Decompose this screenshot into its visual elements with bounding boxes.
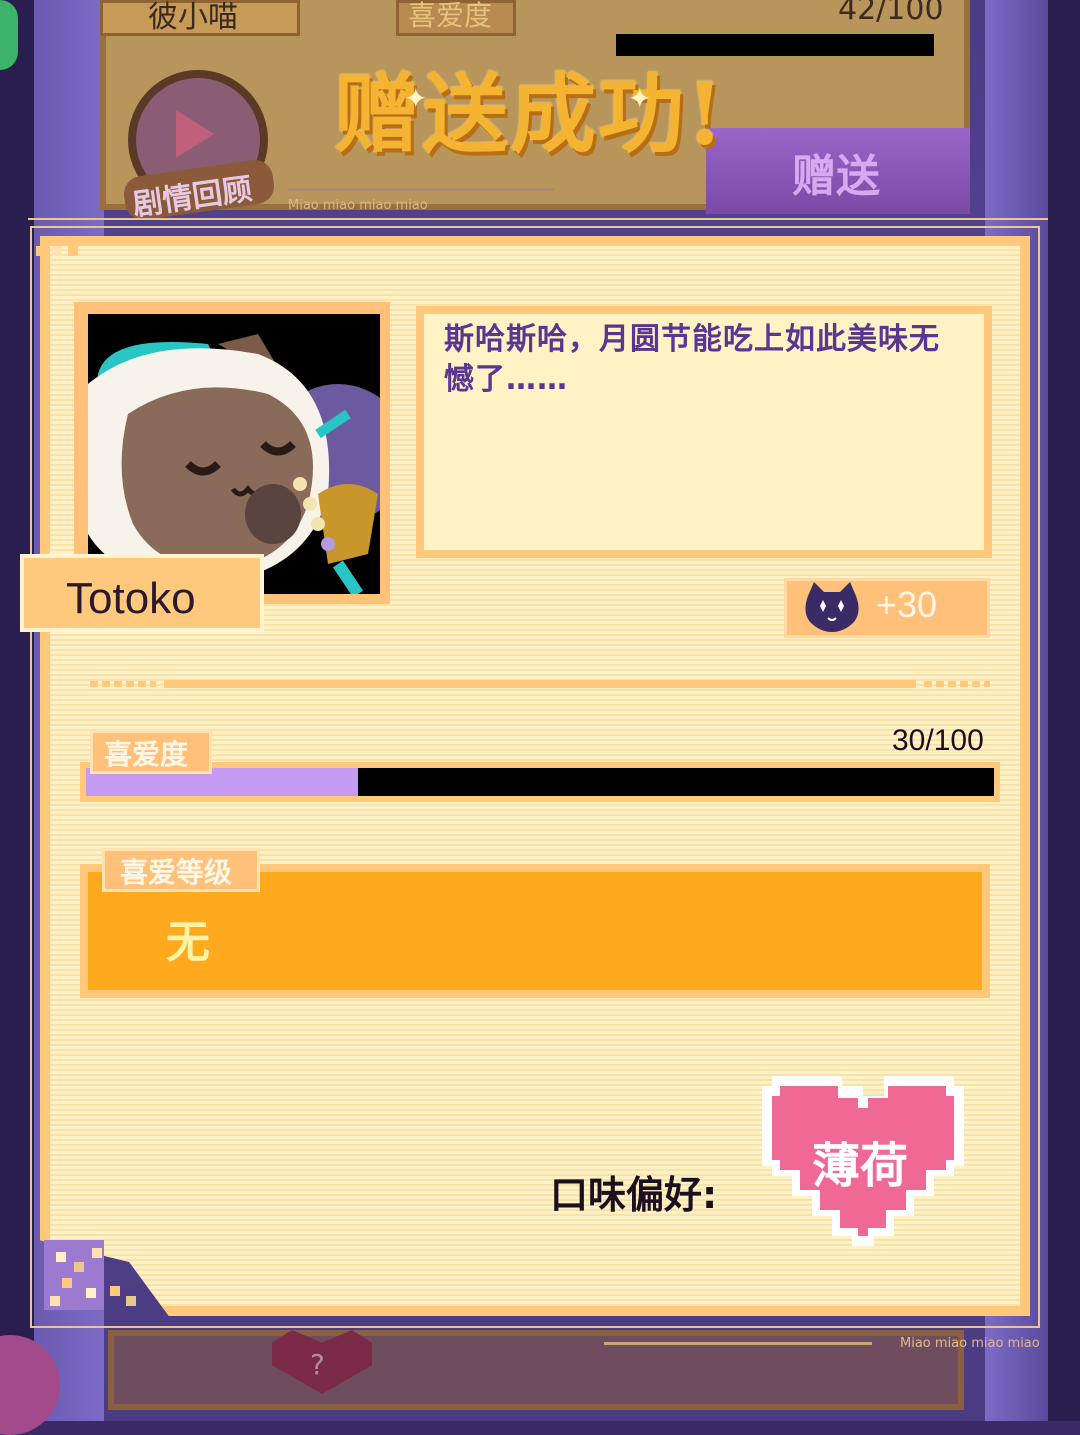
corner-pixel-decoration bbox=[36, 246, 78, 256]
background-like-label: 喜爱度 bbox=[408, 0, 493, 32]
background-right-pillar bbox=[1048, 0, 1080, 1421]
character-portrait bbox=[88, 314, 380, 594]
affection-label: 喜爱度 bbox=[104, 738, 189, 771]
cat-eating-illustration bbox=[88, 314, 380, 594]
question-mark-icon: ? bbox=[310, 1348, 325, 1381]
dialog-text: 斯哈斯哈，月圆节能吃上如此美味无憾了…… bbox=[444, 322, 940, 397]
miao-caption-top: Miao miao miao miao bbox=[288, 198, 428, 213]
divider-dots bbox=[90, 681, 156, 687]
background-divider-bottom bbox=[604, 1342, 872, 1345]
section-divider bbox=[164, 680, 916, 688]
flavor-preference-value: 薄荷 bbox=[812, 1138, 909, 1194]
leaf-decoration-icon bbox=[0, 0, 18, 70]
background-left-pillar bbox=[0, 0, 34, 1421]
affection-level-value: 无 bbox=[166, 917, 210, 968]
play-icon bbox=[176, 110, 214, 158]
character-name: Totoko bbox=[66, 574, 196, 623]
corner-pixel-decoration bbox=[44, 1240, 136, 1310]
frame-top-line bbox=[28, 218, 1048, 220]
miao-caption-bottom: Miao miao miao miao bbox=[900, 1336, 1040, 1351]
flavor-preference-label: 口味偏好: bbox=[550, 1173, 718, 1217]
gift-button-label: 赠送 bbox=[792, 151, 880, 202]
affection-level-label: 喜爱等级 bbox=[120, 856, 233, 889]
background-like-score: 42/100 bbox=[838, 0, 944, 27]
gift-success-title: 赠送成功! bbox=[334, 64, 726, 165]
background-character-name: 彼小喵 bbox=[148, 0, 238, 35]
affection-bonus-value: +30 bbox=[876, 584, 938, 625]
background-divider bbox=[288, 188, 554, 191]
divider-dots bbox=[924, 681, 990, 687]
cat-face-icon bbox=[805, 582, 859, 632]
sparkle-icon: ✦ bbox=[404, 82, 428, 115]
sparkle-icon: ✦ bbox=[628, 82, 652, 115]
affection-score: 30/100 bbox=[892, 724, 984, 757]
